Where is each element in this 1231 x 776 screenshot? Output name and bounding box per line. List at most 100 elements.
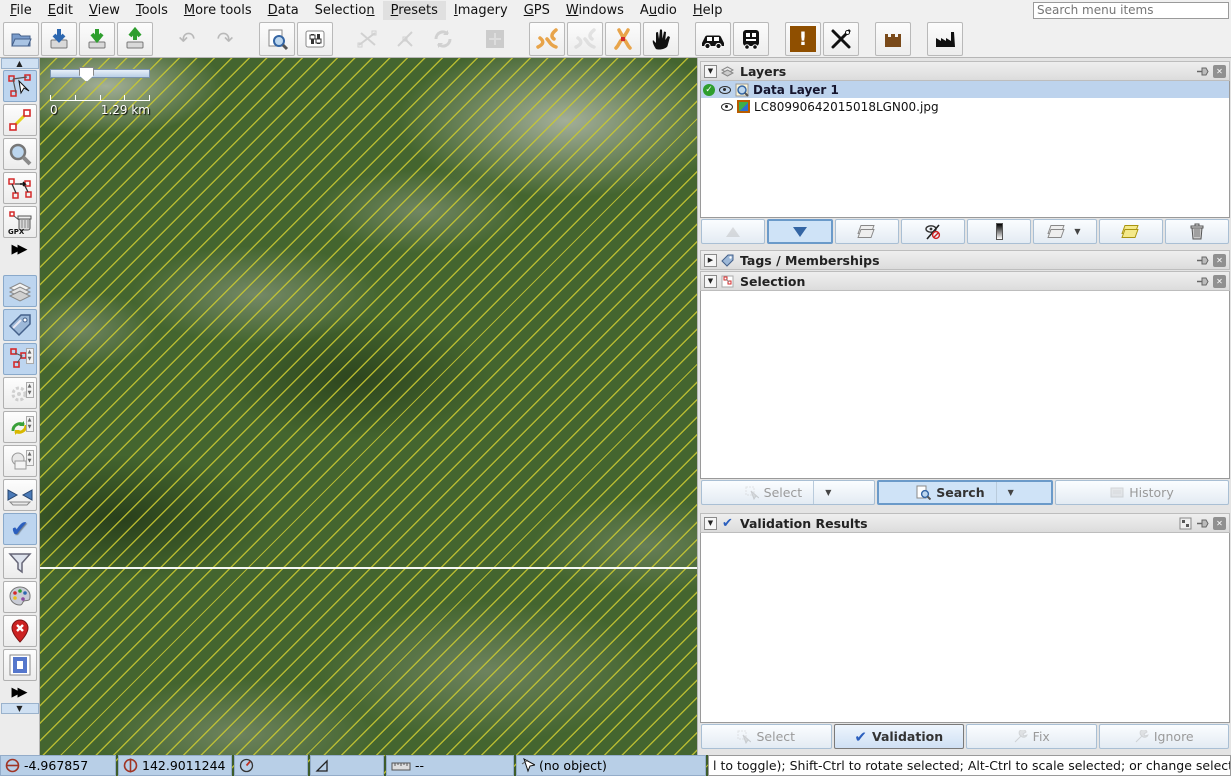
menu-data[interactable]: Data (260, 1, 307, 20)
image-layer-icon (737, 100, 750, 113)
longitude-value: 142.9011244 (142, 758, 226, 773)
toggle-layers-button[interactable] (2, 275, 37, 307)
save-button[interactable] (41, 21, 77, 56)
preset-warning-button[interactable]: ! (785, 21, 821, 56)
main-toolbar: ↶ ↷ ! (0, 20, 1231, 58)
menu-file[interactable]: File (2, 1, 40, 20)
visibility-eye-icon[interactable] (719, 85, 731, 94)
panel-settings-icon[interactable] (1179, 517, 1192, 530)
close-icon[interactable]: ✕ (1213, 253, 1226, 267)
toggle-tags-button[interactable] (2, 309, 37, 341)
toggle-filter-button[interactable] (2, 547, 37, 579)
preset-car-button[interactable] (695, 21, 731, 56)
collapse-icon[interactable]: ▼ (704, 64, 717, 78)
pin-icon[interactable] (1196, 517, 1209, 530)
toggle-notes-button[interactable] (2, 615, 37, 647)
menu-edit[interactable]: Edit (40, 1, 81, 20)
toggle-properties-button[interactable]: ▲ ▼ (2, 377, 37, 409)
osm-way[interactable] (40, 567, 697, 569)
toggle-validation-button[interactable]: ✔ (2, 513, 37, 545)
pin-icon[interactable] (1196, 275, 1209, 288)
factory-icon (933, 27, 957, 51)
search-button[interactable] (259, 21, 295, 56)
pin-icon[interactable] (1196, 254, 1209, 267)
preset-factory-button[interactable] (927, 21, 963, 56)
visibility-eye-icon[interactable] (721, 102, 733, 111)
move-button[interactable] (643, 21, 679, 56)
expand-icon[interactable]: ▶ (704, 253, 717, 267)
menu-gps[interactable]: GPS (516, 1, 558, 20)
split-way-button[interactable] (605, 21, 641, 56)
preferences-button[interactable] (297, 21, 333, 56)
layer-row[interactable]: LC80990642015018LGN00.jpg (701, 98, 1229, 115)
toggle-relations-button[interactable]: ▲ ▼ (2, 343, 37, 375)
menu-help[interactable]: Help (685, 1, 731, 20)
map-view[interactable]: 0 1.29 km (40, 58, 697, 755)
dropdown-caret-icon[interactable]: ▼ (825, 488, 831, 497)
menu-presets[interactable]: Presets (382, 0, 446, 20)
close-icon[interactable]: ✕ (1213, 516, 1226, 530)
menu-audio[interactable]: Audio (632, 1, 685, 20)
upload-icon (123, 26, 147, 51)
preset-restaurant-button[interactable] (823, 21, 859, 56)
dropdown-caret-icon[interactable]: ▼ (1008, 488, 1014, 497)
object-value: (no object) (539, 758, 607, 773)
more-modes-button[interactable]: ▶▶ (12, 242, 28, 257)
close-icon[interactable]: ✕ (1213, 64, 1226, 78)
layer-opacity-button[interactable] (967, 219, 1031, 244)
toggle-styles-button[interactable] (2, 581, 37, 613)
select-mode-button[interactable] (2, 70, 37, 102)
draw-node-mode-button[interactable] (2, 104, 37, 136)
new-layer-button[interactable] (1099, 219, 1163, 244)
preset-castle-button[interactable] (875, 21, 911, 56)
collapse-icon[interactable]: ▼ (704, 274, 717, 288)
menu-selection[interactable]: Selection (307, 1, 383, 20)
car-icon (700, 27, 726, 51)
undo-button: ↶ (169, 22, 205, 56)
pin-icon[interactable] (1196, 65, 1209, 78)
move-layer-up-button (701, 219, 765, 244)
validation-results-list[interactable] (700, 533, 1230, 723)
menu-more-tools[interactable]: More tools (176, 1, 260, 20)
search-menu-input[interactable] (1033, 1, 1229, 19)
menu-tools[interactable]: Tools (128, 1, 176, 20)
selection-panel-title: Selection (740, 273, 806, 289)
validation-run-label: Validation (871, 729, 944, 744)
gpx-delete-mode-button[interactable]: GPX (2, 206, 37, 238)
more-panels-button[interactable]: ▶▶ (12, 685, 28, 700)
layer-row[interactable]: ✓ Data Layer 1 (701, 81, 1229, 98)
delete-layer-button[interactable] (1165, 219, 1229, 244)
toggle-draw-box-button[interactable] (2, 649, 37, 681)
selection-list[interactable] (700, 291, 1230, 479)
sidebar-scroll-down-button[interactable]: ▼ (0, 703, 39, 714)
validation-run-button[interactable]: ✔ Validation (833, 724, 964, 749)
collapse-icon[interactable]: ▼ (704, 516, 717, 530)
zoom-mode-button[interactable] (2, 138, 37, 170)
show-hide-layer-button[interactable] (901, 219, 965, 244)
menu-view[interactable]: View (81, 1, 128, 20)
redo-button: ↷ (207, 22, 243, 56)
menu-imagery[interactable]: Imagery (446, 1, 516, 20)
layers-icon (721, 65, 734, 78)
map-zoom-slider[interactable] (50, 67, 150, 82)
move-layer-down-button[interactable] (767, 219, 833, 244)
sidebar-scroll-up-button[interactable]: ▲ (0, 58, 39, 69)
arrow-down-icon: ▼ (16, 704, 23, 713)
toggle-mappaint-button[interactable]: ▲ ▼ (2, 445, 37, 477)
search-button[interactable]: Search ▼ (877, 480, 1053, 505)
arrow-down-small-icon: ▼ (1074, 227, 1081, 236)
open-button[interactable] (3, 21, 39, 56)
latitude-value: -4.967857 (24, 758, 89, 773)
improve-accuracy-mode-button[interactable] (2, 172, 37, 204)
close-icon[interactable]: ✕ (1213, 274, 1226, 288)
toggle-changesets-button[interactable]: ▲ ▼ (2, 411, 37, 443)
search-button-label: Search (936, 485, 985, 500)
upload-button[interactable] (117, 21, 153, 56)
join-ways-grey-icon (573, 27, 597, 51)
download-button[interactable] (79, 21, 115, 56)
menu-windows[interactable]: Windows (558, 1, 632, 20)
toggle-conflicts-button[interactable] (2, 479, 37, 511)
preset-bus-button[interactable] (733, 21, 769, 56)
join-ways-button[interactable] (529, 21, 565, 56)
spinner-icon: ▲ ▼ (25, 416, 34, 432)
